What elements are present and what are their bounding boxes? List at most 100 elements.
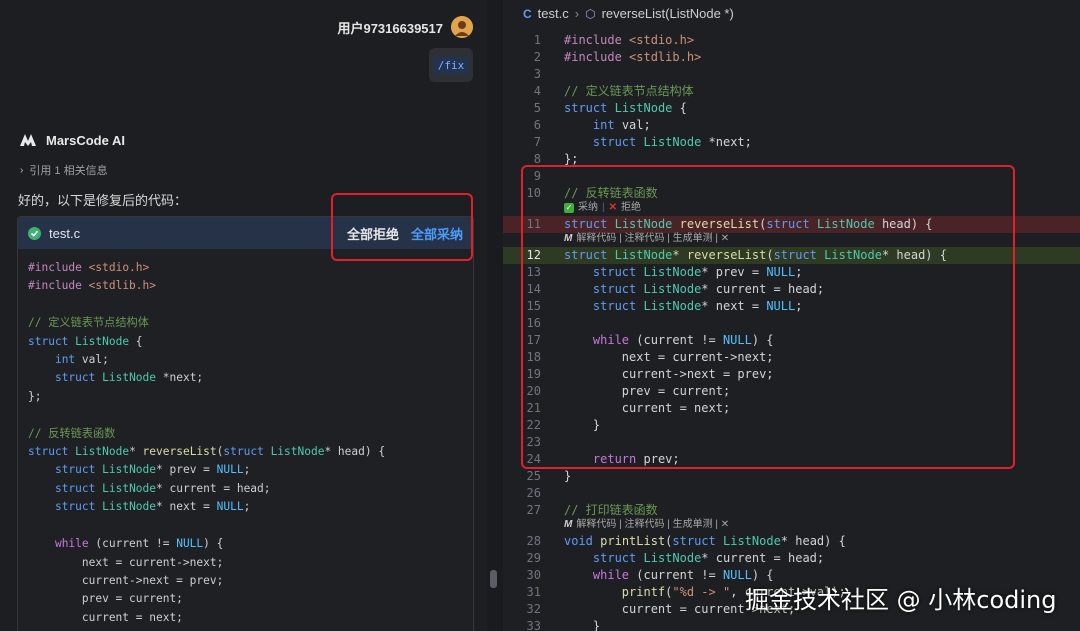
line-code: int val;	[592, 118, 651, 132]
editor-line[interactable]: 12 struct ListNode* reverseList(struct Li…	[503, 247, 1080, 264]
chevron-right-icon: ›	[20, 164, 24, 176]
line-code: #include <stdio.h>	[564, 33, 695, 47]
code-card-file[interactable]: test.c	[28, 226, 80, 241]
line-number: 20	[526, 384, 541, 398]
editor-line[interactable]: 8};	[503, 151, 1080, 168]
reject-all-button[interactable]: 全部拒绝	[347, 224, 399, 243]
line-code: struct ListNode {	[564, 101, 687, 115]
line-number: 13	[526, 265, 541, 279]
editor-line[interactable]: 14 struct ListNode* current = head;	[503, 281, 1080, 298]
watermark: 掘金技术社区 @ 小林coding	[745, 586, 1057, 614]
line-number: 30	[526, 568, 541, 582]
chat-scrollbar-thumb[interactable]	[490, 570, 497, 588]
check-circle-icon	[28, 226, 41, 240]
line-code: current->next = prev;	[564, 367, 774, 381]
line-code: struct ListNode* prev = NULL;	[592, 265, 803, 279]
ai-actions-lens[interactable]: M 解释代码 | 注释代码 | 生成单测 | ✕	[564, 516, 729, 533]
lens-actions[interactable]: 解释代码 | 注释代码 | 生成单测 | ✕	[576, 516, 729, 533]
line-code: // 定义链表节点结构体	[564, 84, 694, 98]
line-number: 6	[533, 118, 541, 132]
line-number: 15	[526, 299, 541, 313]
line-number: 7	[533, 135, 541, 149]
reject-x-icon: ✕	[608, 202, 617, 213]
line-number: 28	[526, 534, 541, 548]
line-number: 18	[526, 350, 541, 364]
lens-reject[interactable]: 拒绝	[621, 199, 641, 216]
diff-accept-reject-lens[interactable]: ✓ 采纳 | ✕ 拒绝	[564, 199, 641, 216]
editor-line[interactable]: 28 void printList(struct ListNode* head) …	[503, 533, 1080, 550]
editor-line[interactable]: 15 struct ListNode* next = NULL;	[503, 298, 1080, 315]
editor-line[interactable]: 9	[503, 168, 1080, 185]
line-number: 19	[526, 367, 541, 381]
line-number: 9	[533, 169, 541, 183]
line-code: }	[564, 619, 601, 631]
chevron-right-icon: ›	[574, 6, 580, 21]
function-symbol-icon: ⬡	[585, 6, 596, 21]
line-number: 11	[526, 217, 541, 231]
accept-check-icon: ✓	[564, 202, 574, 213]
editor-line[interactable]: 2 #include <stdlib.h>	[503, 49, 1080, 66]
line-code: return prev;	[592, 452, 680, 466]
reference-label: 引用 1 相关信息	[29, 165, 108, 177]
editor-line[interactable]: 33 }	[503, 618, 1080, 631]
reply-intro: 好的，以下是修复后的代码：	[18, 193, 188, 208]
breadcrumb-file[interactable]: test.c	[538, 6, 569, 21]
editor-line[interactable]: 16	[503, 315, 1080, 332]
line-code: struct ListNode *next;	[592, 135, 752, 149]
editor-line[interactable]: 3	[503, 66, 1080, 83]
editor-line[interactable]: 17 while (current != NULL) {	[503, 332, 1080, 349]
line-number: 10	[526, 186, 541, 200]
editor-line[interactable]: 5 struct ListNode {	[503, 100, 1080, 117]
editor-line[interactable]: 1 #include <stdio.h>	[503, 32, 1080, 49]
line-code: struct ListNode* reverseList(struct List…	[564, 248, 947, 262]
line-number: 2	[533, 50, 541, 64]
line-number: 27	[526, 503, 541, 517]
line-number: 16	[526, 316, 541, 330]
avatar-face-icon	[451, 16, 473, 38]
line-number: 33	[526, 619, 541, 631]
editor-line[interactable]: 6 int val;	[503, 117, 1080, 134]
breadcrumb-symbol[interactable]: reverseList(ListNode *)	[602, 6, 734, 21]
line-number: 8	[533, 152, 541, 166]
line-number: 24	[526, 452, 541, 466]
lens-actions[interactable]: 解释代码 | 注释代码 | 生成单测 | ✕	[576, 230, 729, 247]
line-number: 23	[526, 435, 541, 449]
code-card-filename: test.c	[49, 225, 81, 241]
line-code: struct ListNode* current = head;	[592, 551, 825, 565]
line-number: 3	[533, 67, 541, 81]
line-code: };	[564, 152, 579, 166]
editor-line[interactable]: 21 current = next;	[503, 400, 1080, 417]
line-number: 1	[533, 33, 541, 47]
editor-line[interactable]: 25}	[503, 468, 1080, 485]
marscode-logo-icon: M	[564, 519, 573, 530]
accept-all-button[interactable]: 全部采纳	[411, 224, 463, 243]
code-suggestion-card: test.c 全部拒绝 全部采纳 #include <stdio.h> #inc…	[17, 216, 474, 631]
line-number: 22	[526, 418, 541, 432]
editor-line[interactable]: 13 struct ListNode* prev = NULL;	[503, 264, 1080, 281]
editor-line[interactable]: 18 next = current->next;	[503, 349, 1080, 366]
editor-line[interactable]: 20 prev = current;	[503, 383, 1080, 400]
editor-line[interactable]: 23	[503, 434, 1080, 451]
c-file-icon: C	[523, 6, 532, 21]
line-number: 31	[526, 585, 541, 599]
line-code: struct ListNode* current = head;	[592, 282, 825, 296]
editor-line[interactable]: 24 return prev;	[503, 451, 1080, 468]
editor-line[interactable]: 19 current->next = prev;	[503, 366, 1080, 383]
editor-line[interactable]: 7 struct ListNode *next;	[503, 134, 1080, 151]
fix-command-chip[interactable]: /fix	[432, 56, 470, 74]
lens-accept[interactable]: 采纳	[578, 199, 598, 216]
code-card-header: test.c 全部拒绝 全部采纳	[18, 217, 473, 249]
line-number: 21	[526, 401, 541, 415]
editor-line[interactable]: 22 }	[503, 417, 1080, 434]
ai-header: MarsCode AI	[18, 130, 125, 150]
editor-line[interactable]: 26	[503, 485, 1080, 502]
editor-line[interactable]: 29 struct ListNode* current = head;	[503, 550, 1080, 567]
reference-toggle[interactable]: › 引用 1 相关信息	[20, 162, 108, 178]
line-number: 17	[526, 333, 541, 347]
line-number: 14	[526, 282, 541, 296]
user-message-header: 用户97316639517	[337, 16, 473, 38]
ai-actions-lens[interactable]: M 解释代码 | 注释代码 | 生成单测 | ✕	[564, 230, 729, 247]
editor-line[interactable]: 4 // 定义链表节点结构体	[503, 83, 1080, 100]
line-code: }	[564, 418, 601, 432]
line-code: }	[564, 469, 572, 483]
